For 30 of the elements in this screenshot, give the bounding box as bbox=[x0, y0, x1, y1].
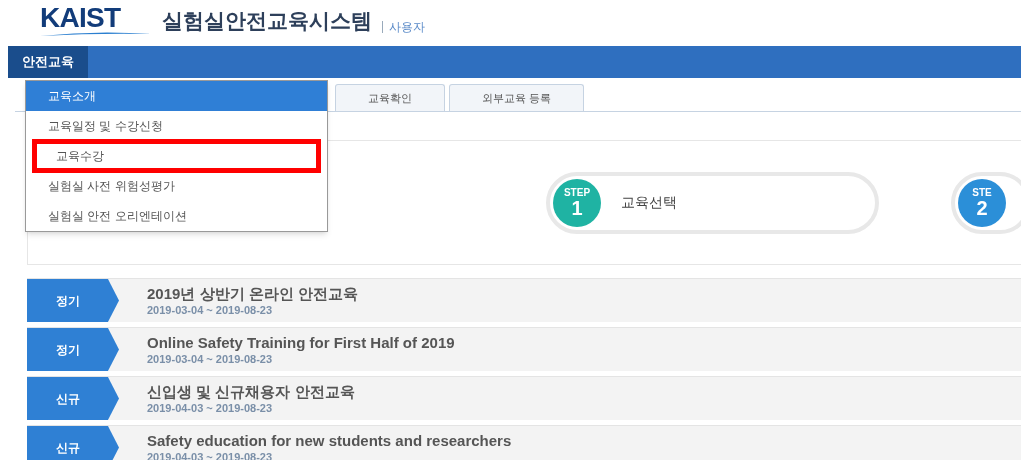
course-row[interactable]: 신규 Safety education for new students and researchers 2019-04-03 ~ 2019-08-23 bbox=[27, 425, 1021, 460]
step-label: 교육선택 bbox=[621, 193, 677, 212]
course-period: 2019-03-04 ~ 2019-08-23 bbox=[147, 351, 274, 366]
menu-item[interactable]: 실험실 안전 오리엔테이션 bbox=[26, 201, 327, 231]
course-row[interactable]: 정기 2019년 상반기 온라인 안전교육 2019-03-04 ~ 2019-08-23 bbox=[27, 278, 1021, 322]
course-period: 2019-03-04 ~ 2019-08-23 bbox=[147, 302, 274, 317]
course-row[interactable]: 신규 신입생 및 신규채용자 안전교육 2019-04-03 ~ 2019-08-23 bbox=[27, 376, 1021, 420]
course-period: 2019-04-03 ~ 2019-08-23 bbox=[147, 400, 274, 415]
course-badge: 정기 bbox=[27, 328, 119, 371]
logo: KAIST bbox=[40, 5, 121, 31]
course-row[interactable]: 정기 Online Safety Training for First Half of 2019 2019-03-04 ~ 2019-08-23 bbox=[27, 327, 1021, 371]
menu-item[interactable]: 교육소개 bbox=[26, 81, 327, 111]
menu-item[interactable]: 교육일정 및 수강신청 bbox=[26, 111, 327, 141]
course-badge: 신규 bbox=[27, 426, 119, 460]
menu-item[interactable]: 교육수강 bbox=[34, 141, 319, 171]
course-period: 2019-04-03 ~ 2019-08-23 bbox=[147, 449, 274, 460]
course-badge: 정기 bbox=[27, 279, 119, 322]
menu-item[interactable]: 실험실 사전 위험성평가 bbox=[26, 171, 327, 201]
nav-item[interactable]: 안전교육 bbox=[8, 46, 88, 78]
course-title: 신입생 및 신규채용자 안전교육 bbox=[147, 382, 355, 401]
user-role: 사용자 bbox=[382, 21, 425, 33]
tab[interactable]: 외부교육 등록 bbox=[449, 84, 585, 111]
system-title: 실험실안전교육시스템 bbox=[162, 7, 372, 35]
course-title: Safety education for new students and researchers bbox=[147, 431, 512, 450]
tab[interactable]: 교육확인 bbox=[335, 84, 445, 111]
step-badge: STEP 1 bbox=[553, 178, 601, 227]
course-title: Online Safety Training for First Half of 2019 bbox=[147, 333, 455, 352]
step-badge: STE 2 bbox=[958, 178, 1006, 227]
course-badge: 신규 bbox=[27, 377, 119, 420]
course-title: 2019년 상반기 온라인 안전교육 bbox=[147, 284, 358, 303]
